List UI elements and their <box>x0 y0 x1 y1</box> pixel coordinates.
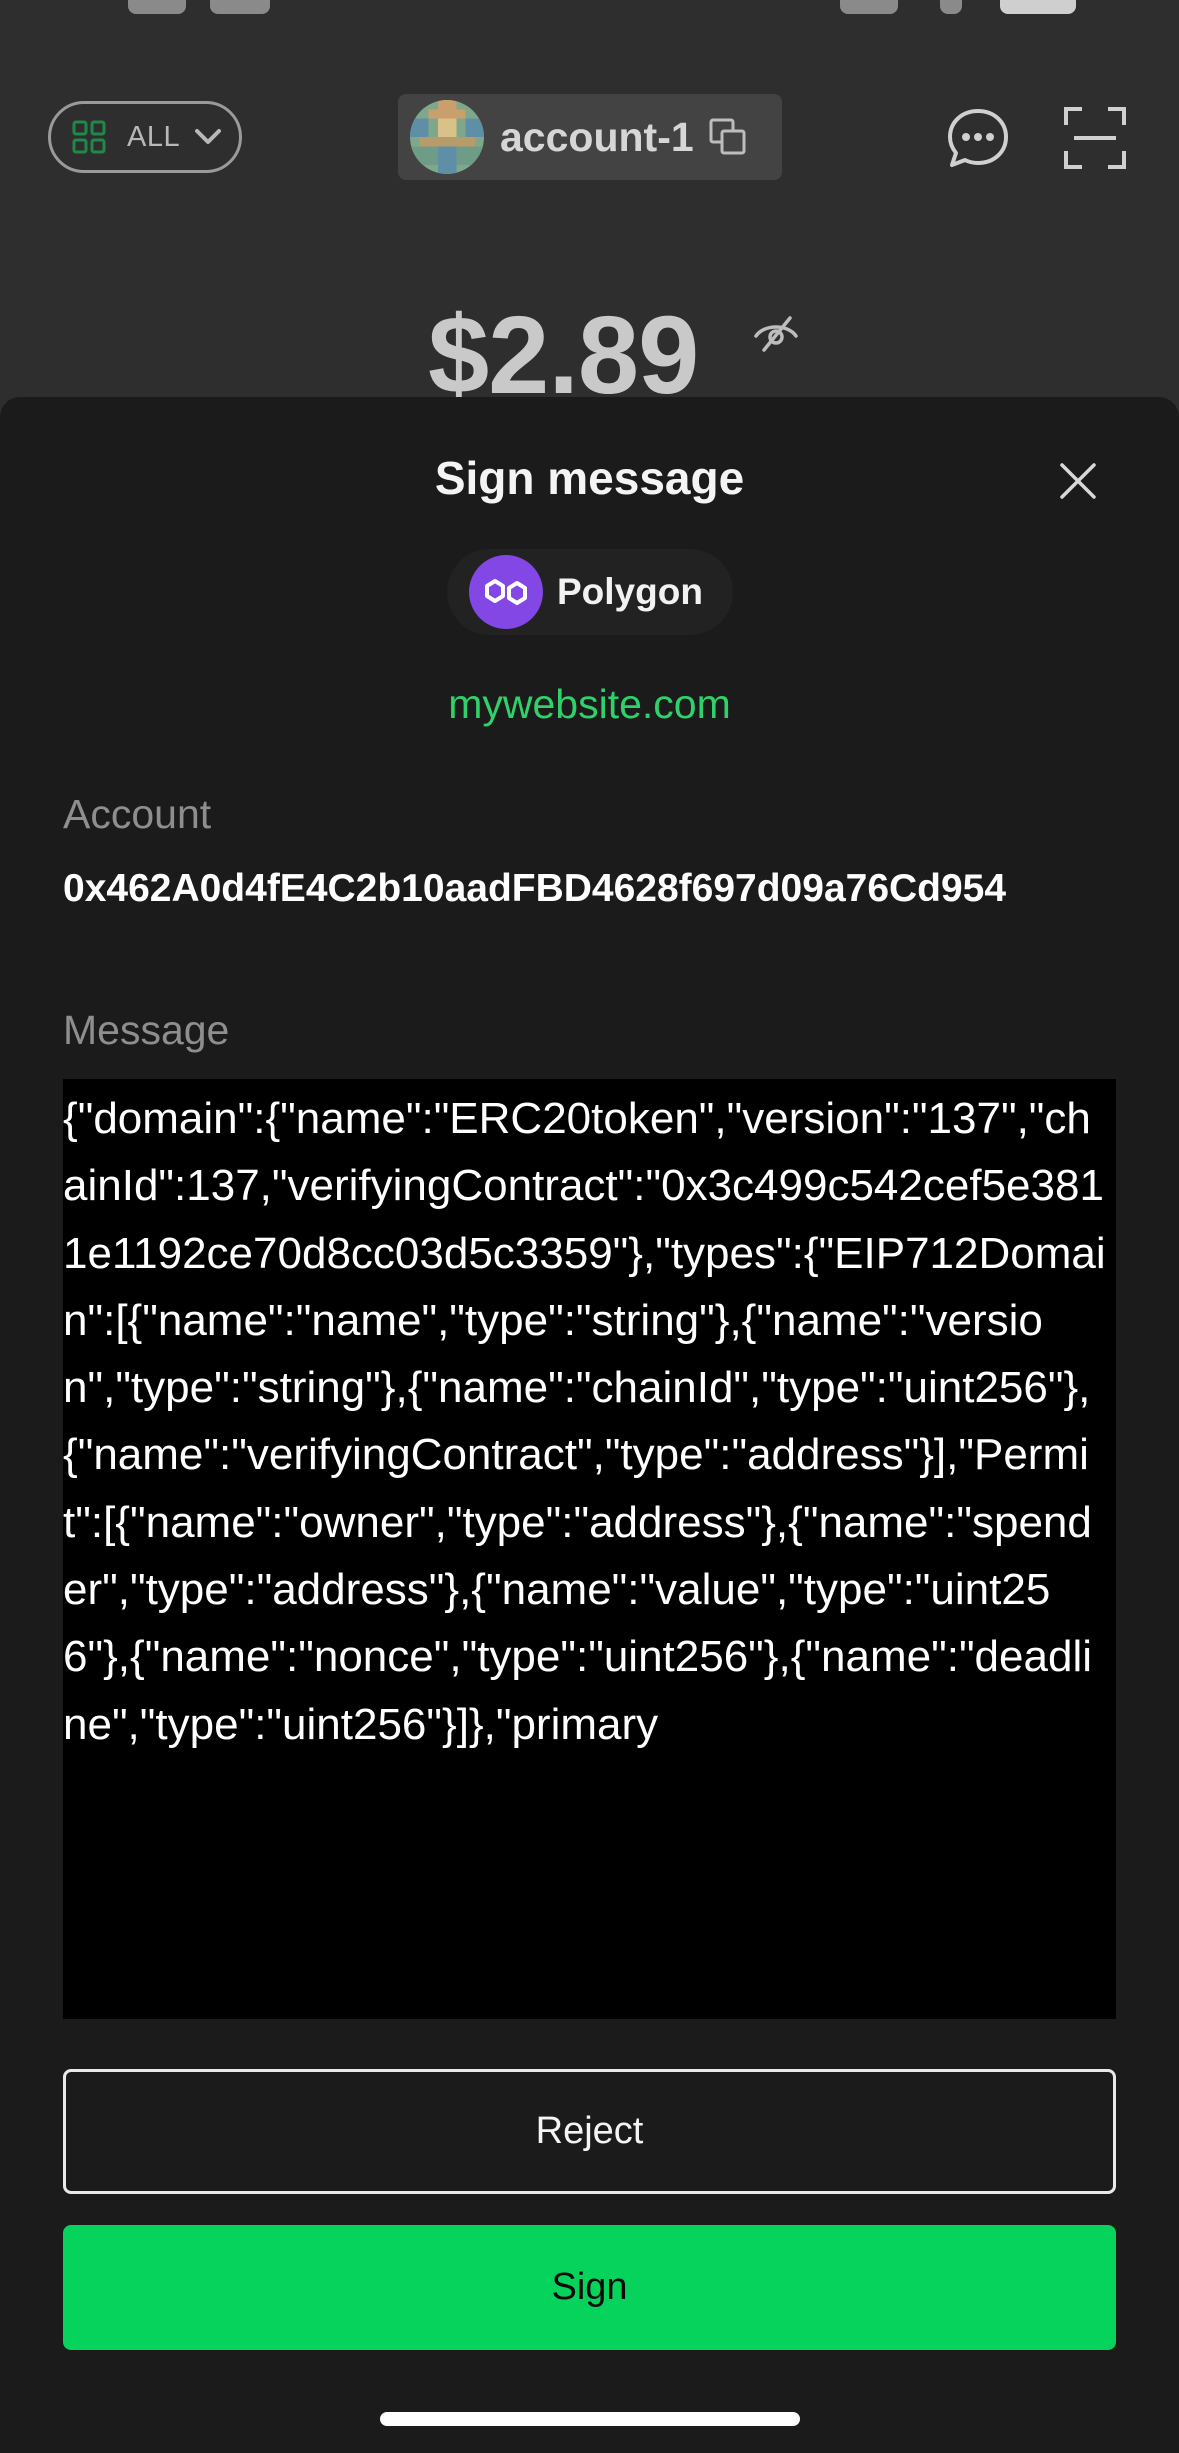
message-text: {"domain":{"name":"ERC20token","version"… <box>63 1094 1106 1749</box>
scan-icon[interactable] <box>1062 105 1128 171</box>
account-address: 0x462A0d4fE4C2b10aadFBD4628f697d09a76Cd9… <box>63 867 1007 910</box>
chevron-down-icon <box>195 129 222 144</box>
filter-label: ALL <box>127 120 181 153</box>
chat-icon[interactable] <box>944 105 1012 173</box>
wallet-header: ALL account-1 <box>0 0 1179 200</box>
network-badge: Polygon <box>447 549 733 635</box>
network-name: Polygon <box>557 571 703 612</box>
sheet-title: Sign message <box>434 452 745 504</box>
account-avatar <box>410 100 484 174</box>
screen: ALL account-1 $2.89 Sign message Polygon… <box>0 0 1179 2453</box>
sign-message-sheet: Sign message Polygon mywebsite.com Accou… <box>0 397 1179 2453</box>
account-label: Account <box>63 791 212 837</box>
requesting-site: mywebsite.com <box>448 681 731 727</box>
reject-button[interactable]: Reject <box>63 2069 1116 2194</box>
account-switcher[interactable]: account-1 <box>398 94 782 180</box>
eye-off-icon[interactable] <box>752 314 800 354</box>
account-name: account-1 <box>500 113 694 160</box>
home-indicator[interactable] <box>380 2412 800 2426</box>
copy-icon[interactable] <box>708 117 748 157</box>
close-icon[interactable] <box>1056 459 1100 503</box>
network-filter-button[interactable]: ALL <box>48 101 242 173</box>
polygon-logo-icon <box>469 555 543 629</box>
sign-button[interactable]: Sign <box>63 2225 1116 2350</box>
message-label: Message <box>63 1007 230 1053</box>
message-content-box[interactable]: {"domain":{"name":"ERC20token","version"… <box>63 1079 1116 2019</box>
grid-icon <box>72 120 106 154</box>
